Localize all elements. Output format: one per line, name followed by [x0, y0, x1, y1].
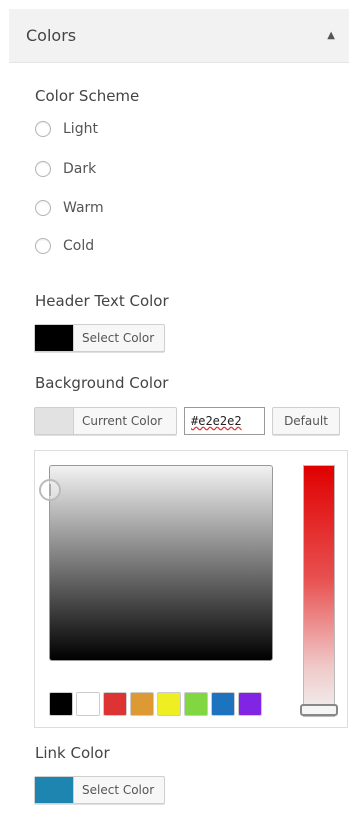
- color-swatch: [35, 325, 73, 351]
- radio-option-light[interactable]: Light: [35, 118, 98, 140]
- current-color-label: Current Color: [73, 408, 171, 434]
- header-text-color-title: Header Text Color: [35, 292, 169, 310]
- color-picker-handle[interactable]: [39, 479, 61, 501]
- default-button[interactable]: Default: [272, 407, 340, 435]
- colors-section-header[interactable]: Colors ▲: [9, 9, 349, 63]
- color-scheme-title: Color Scheme: [35, 87, 140, 105]
- background-current-color-button[interactable]: Current Color: [34, 407, 177, 435]
- palette-swatch[interactable]: [76, 692, 100, 716]
- radio-button[interactable]: [35, 200, 51, 216]
- hue-slider[interactable]: [300, 465, 338, 717]
- palette-swatch[interactable]: [184, 692, 208, 716]
- background-color-title: Background Color: [35, 374, 169, 392]
- radio-label: Cold: [63, 238, 95, 254]
- saturation-value-square[interactable]: [39, 465, 273, 661]
- header-text-select-color-button[interactable]: Select Color: [34, 324, 165, 352]
- section-title: Colors: [26, 26, 77, 45]
- collapse-arrow-icon[interactable]: ▲: [327, 30, 335, 41]
- hex-value: #e2e2e2: [191, 414, 242, 428]
- color-swatch: [35, 777, 73, 803]
- radio-label: Warm: [63, 200, 104, 216]
- radio-button[interactable]: [35, 161, 51, 177]
- palette-swatch[interactable]: [103, 692, 127, 716]
- palette-swatches: [49, 692, 262, 716]
- palette-swatch[interactable]: [238, 692, 262, 716]
- radio-option-cold[interactable]: Cold: [35, 235, 94, 257]
- radio-option-dark[interactable]: Dark: [35, 158, 96, 180]
- palette-swatch[interactable]: [49, 692, 73, 716]
- palette-swatch[interactable]: [211, 692, 235, 716]
- radio-button[interactable]: [35, 121, 51, 137]
- select-color-label: Select Color: [73, 777, 163, 803]
- hex-color-input[interactable]: #e2e2e2: [184, 407, 265, 435]
- radio-label: Dark: [63, 161, 97, 177]
- palette-swatch[interactable]: [130, 692, 154, 716]
- radio-option-warm[interactable]: Warm: [35, 197, 104, 219]
- palette-swatch[interactable]: [157, 692, 181, 716]
- select-color-label: Select Color: [73, 325, 163, 351]
- color-swatch: [35, 408, 73, 434]
- radio-button[interactable]: [35, 238, 51, 254]
- radio-label: Light: [63, 121, 98, 137]
- link-color-title: Link Color: [35, 744, 110, 762]
- color-picker-panel: [34, 450, 348, 728]
- link-select-color-button[interactable]: Select Color: [34, 776, 165, 804]
- hue-slider-handle[interactable]: [300, 704, 338, 716]
